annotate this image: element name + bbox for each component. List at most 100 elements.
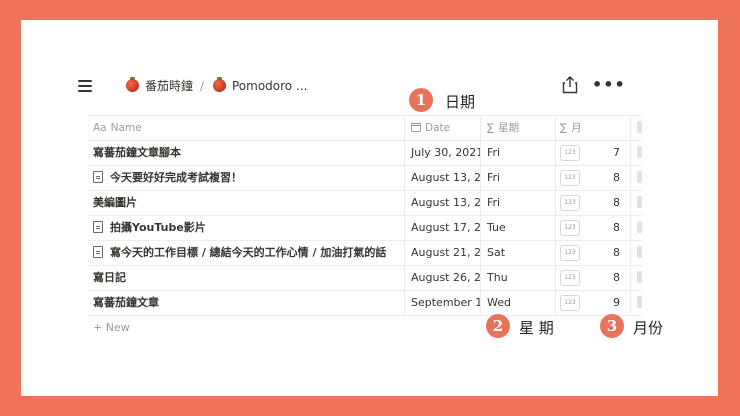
breadcrumb-item-pomodoro[interactable]: Pomodoro ... [213,72,307,100]
annotation-badge-1: 1 [409,88,433,112]
number-format-badge: 123 [560,270,580,286]
table-row[interactable]: 寫蕃茄鐘文章腳本 July 30, 2021 Fri 123 7 [88,141,642,166]
number-format-badge: 123 [560,295,580,311]
cell-weekday[interactable]: Thu [480,266,555,290]
cell-name[interactable]: 美編圖片 [88,191,404,215]
cell-name[interactable]: 今天要好好完成考試複習！ [88,166,404,190]
menu-icon[interactable] [78,80,92,92]
database-table: Aa Name Date ∑ 星期 ∑ 月 寫蕃茄鐘文章腳本 July 30, 2021… [88,115,642,340]
cell-date[interactable]: August 13, 2021 [404,166,480,190]
cell-name[interactable]: 寫蕃茄鐘文章腳本 [88,141,404,165]
column-header-name[interactable]: Aa Name [88,116,404,140]
new-row-button[interactable]: + New [88,316,642,340]
cell-month[interactable]: 123 8 [555,191,630,215]
number-format-badge: 123 [560,220,580,236]
tag-swatch [637,196,642,208]
cell-month[interactable]: 123 8 [555,166,630,190]
cell-name[interactable]: 寫今天的工作目標 / 總結今天的工作心情 / 加油打氣的話 [88,241,404,265]
month-value: 8 [613,221,620,234]
share-icon[interactable] [562,76,578,98]
column-header-weekday[interactable]: ∑ 星期 [480,116,555,140]
table-row[interactable]: 寫蕃茄鐘文章 September 1, 2021Wed 123 9 [88,291,642,316]
table-row[interactable]: 今天要好好完成考試複習！ August 13, 2021Fri 123 8 [88,166,642,191]
row-title: 寫蕃茄鐘文章腳本 [93,146,181,159]
table-row[interactable]: 美編圖片 August 13, 2021Fri 123 8 [88,191,642,216]
cell-date[interactable]: August 17, 2021 [404,216,480,240]
page-icon [93,221,103,233]
column-header-extra[interactable] [630,116,642,140]
more-options-icon[interactable]: ••• [592,72,626,98]
formula-icon: ∑ [560,122,568,134]
row-title: 寫日記 [93,271,126,284]
breadcrumb-item-pomodoro-zh[interactable]: 番茄時鐘 [126,72,193,100]
tag-swatch [637,296,642,308]
cell-weekday[interactable]: Sat [480,241,555,265]
cell-month[interactable]: 123 9 [555,291,630,315]
breadcrumb-label: 番茄時鐘 [145,79,194,93]
month-value: 8 [613,271,620,284]
cell-month[interactable]: 123 8 [555,216,630,240]
cell-extra[interactable] [630,216,642,240]
cell-date[interactable]: August 13, 2021 [404,191,480,215]
tag-swatch [637,246,642,258]
row-title: 寫今天的工作目標 / 總結今天的工作心情 / 加油打氣的話 [110,246,387,259]
tomato-icon [126,77,139,92]
cell-extra[interactable] [630,266,642,290]
row-title: 美編圖片 [93,196,137,209]
cell-name[interactable]: 寫蕃茄鐘文章 [88,291,404,315]
top-bar: 番茄時鐘 / Pomodoro ... ••• [78,72,640,112]
cell-weekday[interactable]: Fri [480,166,555,190]
cell-weekday[interactable]: Fri [480,141,555,165]
cell-name[interactable]: 拍攝YouTube影片 [88,216,404,240]
tomato-icon [213,77,226,92]
cell-name[interactable]: 寫日記 [88,266,404,290]
table-header: Aa Name Date ∑ 星期 ∑ 月 [88,115,642,141]
cell-extra[interactable] [630,291,642,315]
breadcrumb-label: Pomodoro ... [232,79,308,93]
cell-extra[interactable] [630,191,642,215]
annotation-badge-2: 2 [486,314,510,338]
cell-weekday[interactable]: Tue [480,216,555,240]
table-row[interactable]: 拍攝YouTube影片 August 17, 2021Tue 123 8 [88,216,642,241]
cell-month[interactable]: 123 7 [555,141,630,165]
cell-weekday[interactable]: Fri [480,191,555,215]
plus-icon: + [93,321,106,334]
cell-month[interactable]: 123 8 [555,266,630,290]
annotation-label-month: 月份 [633,319,664,337]
number-format-badge: 123 [560,195,580,211]
month-value: 7 [613,146,620,159]
cell-date[interactable]: August 21, 2021 [404,241,480,265]
tag-swatch [637,271,642,283]
cell-date[interactable]: August 26, 2021 [404,266,480,290]
annotation-label-date: 日期 [445,93,476,111]
formula-icon: ∑ [487,122,495,134]
column-header-date[interactable]: Date [404,116,480,140]
cell-extra[interactable] [630,241,642,265]
month-value: 8 [613,196,620,209]
month-value: 8 [613,246,620,259]
cell-date[interactable]: September 1, 2021 [404,291,480,315]
property-icon [637,121,642,133]
annotation-badge-3: 3 [600,314,624,338]
month-value: 9 [613,296,620,309]
cell-weekday[interactable]: Wed [480,291,555,315]
column-header-month[interactable]: ∑ 月 [555,116,630,140]
page-icon [93,246,103,258]
row-title: 拍攝YouTube影片 [110,221,206,234]
table-row[interactable]: 寫今天的工作目標 / 總結今天的工作心情 / 加油打氣的話 August 21, … [88,241,642,266]
breadcrumb-separator: / [200,79,205,93]
cell-extra[interactable] [630,166,642,190]
row-title: 今天要好好完成考試複習！ [110,171,242,184]
table-row[interactable]: 寫日記 August 26, 2021Thu 123 8 [88,266,642,291]
tag-swatch [637,146,642,158]
cell-date[interactable]: July 30, 2021 [404,141,480,165]
cell-month[interactable]: 123 8 [555,241,630,265]
text-property-icon: Aa [93,122,107,134]
cell-extra[interactable] [630,141,642,165]
annotation-label-weekday: 星 期 [519,319,554,337]
number-format-badge: 123 [560,245,580,261]
row-title: 寫蕃茄鐘文章 [93,296,159,309]
number-format-badge: 123 [560,145,580,161]
page-icon [93,171,103,183]
tag-swatch [637,171,642,183]
